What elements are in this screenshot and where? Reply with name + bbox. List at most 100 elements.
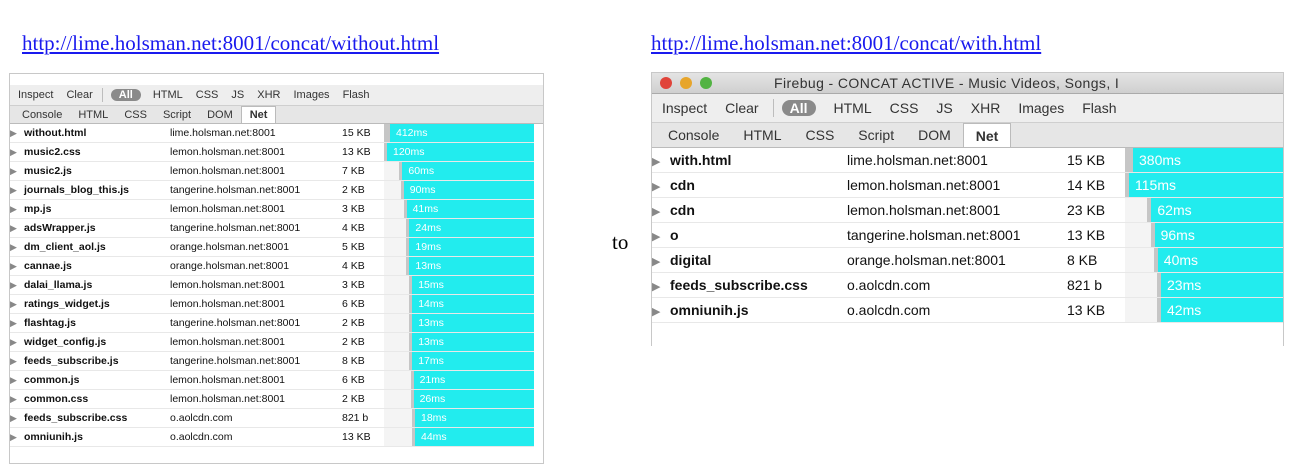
- tab-net[interactable]: Net: [240, 106, 277, 123]
- net-request-row[interactable]: ▶ dalai_llama.js lemon.holsman.net:8001 3 K…: [10, 275, 534, 295]
- net-request-row[interactable]: ▶ common.css lemon.holsman.net:8001 2 KB 26m…: [10, 389, 534, 409]
- without-concat-link[interactable]: http://lime.holsman.net:8001/concat/with…: [22, 31, 439, 56]
- expand-arrow-icon[interactable]: ▶: [652, 205, 670, 218]
- request-duration-label: 62ms: [1157, 202, 1192, 218]
- filter-images-button[interactable]: Images: [1018, 100, 1064, 116]
- request-file-name: adsWrapper.js: [24, 222, 96, 234]
- filter-js-button[interactable]: JS: [936, 100, 952, 116]
- net-request-row[interactable]: ▶ cdn lemon.holsman.net:8001 14 KB 115ms: [652, 172, 1283, 198]
- net-request-row[interactable]: ▶ without.html lime.holsman.net:8001 15 KB 4…: [10, 124, 534, 143]
- expand-arrow-icon[interactable]: ▶: [10, 413, 24, 424]
- request-file-name: feeds_subscribe.css: [670, 277, 808, 293]
- net-request-row[interactable]: ▶ feeds_subscribe.js tangerine.holsman.net…: [10, 351, 534, 371]
- inspect-button[interactable]: Inspect: [18, 89, 53, 101]
- net-request-row[interactable]: ▶ feeds_subscribe.css o.aolcdn.com 821 b 18m…: [10, 408, 534, 428]
- close-window-icon[interactable]: [660, 77, 672, 89]
- filter-js-button[interactable]: JS: [231, 89, 244, 101]
- expand-arrow-icon[interactable]: ▶: [652, 155, 670, 168]
- net-request-row[interactable]: ▶ cannae.js orange.holsman.net:8001 4 KB 13m…: [10, 256, 534, 276]
- expand-arrow-icon[interactable]: ▶: [10, 261, 24, 272]
- filter-html-button[interactable]: HTML: [153, 89, 183, 101]
- net-request-row[interactable]: ▶ flashtag.js tangerine.holsman.net:8001 2 …: [10, 313, 534, 333]
- expand-arrow-icon[interactable]: ▶: [652, 180, 670, 193]
- request-size: 7 KB: [342, 161, 384, 181]
- net-request-row[interactable]: ▶ mp.js lemon.holsman.net:8001 3 KB 41ms: [10, 199, 534, 219]
- tab-script[interactable]: Script: [846, 123, 906, 147]
- net-request-row[interactable]: ▶ omniunih.js o.aolcdn.com 13 KB 42ms: [652, 297, 1283, 323]
- request-domain: lemon.holsman.net:8001: [847, 197, 1067, 223]
- tab-html[interactable]: HTML: [731, 123, 793, 147]
- net-request-row[interactable]: ▶ feeds_subscribe.css o.aolcdn.com 821 b 23m…: [652, 272, 1283, 298]
- minimize-window-icon[interactable]: [680, 77, 692, 89]
- filter-all-button[interactable]: All: [110, 89, 141, 101]
- request-duration-label: 24ms: [415, 222, 442, 234]
- timeline-bar: 19ms: [384, 238, 534, 256]
- tab-console[interactable]: Console: [14, 106, 70, 123]
- tab-script[interactable]: Script: [155, 106, 199, 123]
- expand-arrow-icon[interactable]: ▶: [10, 394, 24, 405]
- with-concat-link[interactable]: http://lime.holsman.net:8001/concat/with…: [651, 31, 1041, 56]
- expand-arrow-icon[interactable]: ▶: [10, 375, 24, 386]
- expand-arrow-icon[interactable]: ▶: [10, 280, 24, 291]
- net-request-row[interactable]: ▶ music2.css lemon.holsman.net:8001 13 KB 12…: [10, 142, 534, 162]
- expand-arrow-icon[interactable]: ▶: [10, 432, 24, 443]
- net-request-row[interactable]: ▶ music2.js lemon.holsman.net:8001 7 KB 60ms: [10, 161, 534, 181]
- inspect-button[interactable]: Inspect: [662, 100, 707, 116]
- expand-arrow-icon[interactable]: ▶: [10, 242, 24, 253]
- expand-arrow-icon[interactable]: ▶: [10, 356, 24, 367]
- expand-arrow-icon[interactable]: ▶: [652, 255, 670, 268]
- request-name-cell: ▶ with.html: [652, 148, 847, 173]
- timeline-bar: 13ms: [384, 257, 534, 275]
- expand-arrow-icon[interactable]: ▶: [10, 147, 24, 158]
- window-titlebar: Firebug - CONCAT ACTIVE - Music Videos, …: [652, 73, 1283, 94]
- expand-arrow-icon[interactable]: ▶: [652, 305, 670, 318]
- tab-css[interactable]: CSS: [794, 123, 847, 147]
- tab-html[interactable]: HTML: [70, 106, 116, 123]
- net-request-row[interactable]: ▶ with.html lime.holsman.net:8001 15 KB 380m…: [652, 148, 1283, 173]
- tab-console[interactable]: Console: [656, 123, 731, 147]
- filter-flash-button[interactable]: Flash: [1082, 100, 1116, 116]
- net-request-row[interactable]: ▶ o tangerine.holsman.net:8001 13 KB 96ms: [652, 222, 1283, 248]
- expand-arrow-icon[interactable]: ▶: [10, 128, 24, 139]
- request-size: 2 KB: [342, 332, 384, 352]
- filter-all-button[interactable]: All: [781, 100, 816, 116]
- tab-dom[interactable]: DOM: [199, 106, 241, 123]
- tab-net[interactable]: Net: [962, 123, 1012, 147]
- expand-arrow-icon[interactable]: ▶: [652, 280, 670, 293]
- net-request-row[interactable]: ▶ omniunih.js o.aolcdn.com 13 KB 44ms: [10, 427, 534, 447]
- request-duration-label: 115ms: [1135, 177, 1176, 193]
- zoom-window-icon[interactable]: [700, 77, 712, 89]
- filter-images-button[interactable]: Images: [293, 89, 329, 101]
- expand-arrow-icon[interactable]: ▶: [10, 299, 24, 310]
- net-request-row[interactable]: ▶ journals_blog_this.js tangerine.holsman.…: [10, 180, 534, 200]
- tab-css[interactable]: CSS: [116, 106, 155, 123]
- net-request-row[interactable]: ▶ adsWrapper.js tangerine.holsman.net:8001…: [10, 218, 534, 238]
- filter-html-button[interactable]: HTML: [834, 100, 872, 116]
- net-request-row[interactable]: ▶ cdn lemon.holsman.net:8001 23 KB 62ms: [652, 197, 1283, 223]
- expand-arrow-icon[interactable]: ▶: [10, 166, 24, 177]
- tab-dom[interactable]: DOM: [906, 123, 963, 147]
- filter-xhr-button[interactable]: XHR: [257, 89, 280, 101]
- expand-arrow-icon[interactable]: ▶: [10, 337, 24, 348]
- clear-button[interactable]: Clear: [725, 100, 758, 116]
- filter-flash-button[interactable]: Flash: [343, 89, 370, 101]
- expand-arrow-icon[interactable]: ▶: [652, 230, 670, 243]
- request-domain: lime.holsman.net:8001: [847, 148, 1067, 173]
- expand-arrow-icon[interactable]: ▶: [10, 223, 24, 234]
- timeline-bar: 42ms: [1125, 298, 1283, 322]
- net-request-row[interactable]: ▶ widget_config.js lemon.holsman.net:8001 2…: [10, 332, 534, 352]
- expand-arrow-icon[interactable]: ▶: [10, 204, 24, 215]
- filter-css-button[interactable]: CSS: [890, 100, 919, 116]
- request-name-cell: ▶ omniunih.js: [652, 297, 847, 323]
- window-title: Firebug - CONCAT ACTIVE - Music Videos, …: [774, 75, 1120, 91]
- net-request-row[interactable]: ▶ common.js lemon.holsman.net:8001 6 KB 21ms: [10, 370, 534, 390]
- clear-button[interactable]: Clear: [66, 89, 92, 101]
- request-file-name: widget_config.js: [24, 336, 107, 348]
- net-request-row[interactable]: ▶ ratings_widget.js lemon.holsman.net:8001…: [10, 294, 534, 314]
- net-request-row[interactable]: ▶ digital orange.holsman.net:8001 8 KB 40ms: [652, 247, 1283, 273]
- filter-xhr-button[interactable]: XHR: [971, 100, 1001, 116]
- expand-arrow-icon[interactable]: ▶: [10, 185, 24, 196]
- filter-css-button[interactable]: CSS: [196, 89, 219, 101]
- expand-arrow-icon[interactable]: ▶: [10, 318, 24, 329]
- net-request-row[interactable]: ▶ dm_client_aol.js orange.holsman.net:8001…: [10, 237, 534, 257]
